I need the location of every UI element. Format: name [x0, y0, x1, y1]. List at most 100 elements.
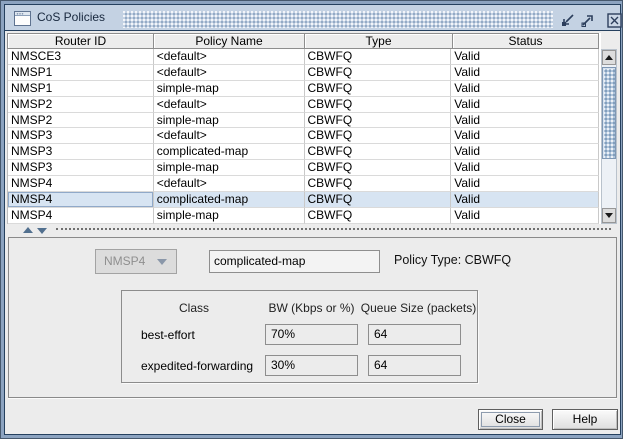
- class-config-panel: Class BW (Kbps or %) Queue Size (packets…: [121, 290, 478, 383]
- table-row[interactable]: NMSP1<default>CBWFQValid: [8, 65, 599, 81]
- table-header: Router ID Policy Name Type Status: [7, 33, 599, 49]
- cell-status[interactable]: Valid: [451, 97, 599, 113]
- cell-router[interactable]: NMSP4: [8, 176, 154, 192]
- cell-router[interactable]: NMSP1: [8, 81, 154, 97]
- close-button[interactable]: Close: [478, 409, 543, 430]
- cell-policy[interactable]: complicated-map: [154, 192, 305, 208]
- table-row[interactable]: NMSP3complicated-mapCBWFQValid: [8, 144, 599, 160]
- minimize-icon: [560, 13, 576, 28]
- cell-router[interactable]: NMSCE3: [8, 49, 154, 65]
- cell-status[interactable]: Valid: [451, 176, 599, 192]
- policy-detail-panel: NMSP4 complicated-map Policy Type: CBWFQ…: [8, 237, 617, 398]
- cos-policies-window: CoS Policies Router ID Policy Na: [0, 0, 623, 439]
- divider-dots: [56, 228, 611, 230]
- table-row[interactable]: NMSP1simple-mapCBWFQValid: [8, 81, 599, 97]
- close-icon: [607, 13, 622, 28]
- cell-status[interactable]: Valid: [451, 160, 599, 176]
- arrow-up-icon: [605, 55, 613, 60]
- policy-type-label: Policy Type: CBWFQ: [394, 253, 511, 267]
- chevron-down-icon: [157, 259, 167, 265]
- cell-policy[interactable]: simple-map: [154, 81, 305, 97]
- table-row[interactable]: NMSP4simple-mapCBWFQValid: [8, 208, 599, 224]
- cell-router[interactable]: NMSP3: [8, 160, 154, 176]
- cell-status[interactable]: Valid: [451, 81, 599, 97]
- table-row[interactable]: NMSP3<default>CBWFQValid: [8, 128, 599, 144]
- column-header-type[interactable]: Type: [305, 34, 453, 48]
- vertical-scrollbar[interactable]: [601, 49, 617, 224]
- cell-type[interactable]: CBWFQ: [305, 49, 452, 65]
- class-label-expedited-forwarding: expedited-forwarding: [141, 359, 253, 373]
- arrow-down-icon: [605, 213, 613, 218]
- cell-type[interactable]: CBWFQ: [305, 160, 452, 176]
- window-icon: [14, 11, 31, 26]
- queue-input-expedited-forwarding[interactable]: 64: [368, 355, 461, 376]
- queue-size-column-header: Queue Size (packets): [358, 301, 479, 315]
- column-header-policy-name[interactable]: Policy Name: [154, 34, 305, 48]
- titlebar-texture: [123, 11, 553, 28]
- help-button[interactable]: Help: [552, 409, 618, 430]
- table-row[interactable]: NMSCE3<default>CBWFQValid: [8, 49, 599, 65]
- router-select-value: NMSP4: [104, 254, 145, 268]
- cell-router[interactable]: NMSP4: [8, 192, 154, 208]
- table-row[interactable]: NMSP4<default>CBWFQValid: [8, 176, 599, 192]
- table-row[interactable]: NMSP4complicated-mapCBWFQValid: [8, 192, 599, 208]
- column-header-status[interactable]: Status: [453, 34, 598, 48]
- cell-policy[interactable]: <default>: [154, 128, 305, 144]
- scroll-up-button[interactable]: [602, 50, 616, 65]
- cell-router[interactable]: NMSP1: [8, 65, 154, 81]
- queue-input-best-effort[interactable]: 64: [368, 324, 461, 345]
- table-row[interactable]: NMSP2simple-mapCBWFQValid: [8, 113, 599, 129]
- bw-column-header: BW (Kbps or %): [265, 301, 358, 315]
- cell-status[interactable]: Valid: [451, 113, 599, 129]
- collapse-up-icon[interactable]: [23, 227, 33, 233]
- class-label-best-effort: best-effort: [141, 328, 195, 342]
- cell-status[interactable]: Valid: [451, 192, 599, 208]
- cell-policy[interactable]: simple-map: [154, 160, 305, 176]
- scroll-down-button[interactable]: [602, 208, 616, 223]
- cell-status[interactable]: Valid: [451, 128, 599, 144]
- cell-policy[interactable]: complicated-map: [154, 144, 305, 160]
- cell-status[interactable]: Valid: [451, 49, 599, 65]
- bw-input-expedited-forwarding[interactable]: 30%: [265, 355, 358, 376]
- maximize-icon: [580, 13, 596, 28]
- cell-type[interactable]: CBWFQ: [305, 65, 452, 81]
- cell-router[interactable]: NMSP2: [8, 113, 154, 129]
- cell-type[interactable]: CBWFQ: [305, 113, 452, 129]
- splitpane-divider[interactable]: [6, 225, 619, 235]
- scrollbar-thumb[interactable]: [602, 67, 616, 159]
- cell-router[interactable]: NMSP3: [8, 144, 154, 160]
- bw-input-best-effort[interactable]: 70%: [265, 324, 358, 345]
- cell-type[interactable]: CBWFQ: [305, 81, 452, 97]
- table-row[interactable]: NMSP3simple-mapCBWFQValid: [8, 160, 599, 176]
- cell-policy[interactable]: simple-map: [154, 113, 305, 129]
- column-header-router-id[interactable]: Router ID: [8, 34, 154, 48]
- collapse-down-icon[interactable]: [37, 228, 47, 234]
- cell-policy[interactable]: <default>: [154, 65, 305, 81]
- policy-name-input[interactable]: complicated-map: [209, 250, 380, 273]
- cell-type[interactable]: CBWFQ: [305, 192, 452, 208]
- cell-type[interactable]: CBWFQ: [305, 176, 452, 192]
- table-row[interactable]: NMSP2<default>CBWFQValid: [8, 97, 599, 113]
- router-select[interactable]: NMSP4: [95, 249, 177, 274]
- cell-router[interactable]: NMSP3: [8, 128, 154, 144]
- cell-policy[interactable]: <default>: [154, 49, 305, 65]
- minimize-button[interactable]: [560, 13, 576, 28]
- window-title: CoS Policies: [37, 5, 105, 30]
- policies-table: NMSCE3<default>CBWFQValidNMSP1<default>C…: [7, 49, 599, 224]
- cell-router[interactable]: NMSP2: [8, 97, 154, 113]
- cell-policy[interactable]: <default>: [154, 176, 305, 192]
- cell-policy[interactable]: simple-map: [154, 208, 305, 224]
- cell-type[interactable]: CBWFQ: [305, 208, 452, 224]
- cell-type[interactable]: CBWFQ: [305, 128, 452, 144]
- cell-router[interactable]: NMSP4: [8, 208, 154, 224]
- cell-type[interactable]: CBWFQ: [305, 97, 452, 113]
- cell-status[interactable]: Valid: [451, 65, 599, 81]
- class-column-header: Class: [152, 301, 236, 315]
- cell-policy[interactable]: <default>: [154, 97, 305, 113]
- cell-status[interactable]: Valid: [451, 144, 599, 160]
- cell-status[interactable]: Valid: [451, 208, 599, 224]
- title-bar[interactable]: CoS Policies: [5, 5, 620, 31]
- cell-type[interactable]: CBWFQ: [305, 144, 452, 160]
- maximize-button[interactable]: [580, 13, 596, 28]
- close-window-button[interactable]: [607, 13, 623, 28]
